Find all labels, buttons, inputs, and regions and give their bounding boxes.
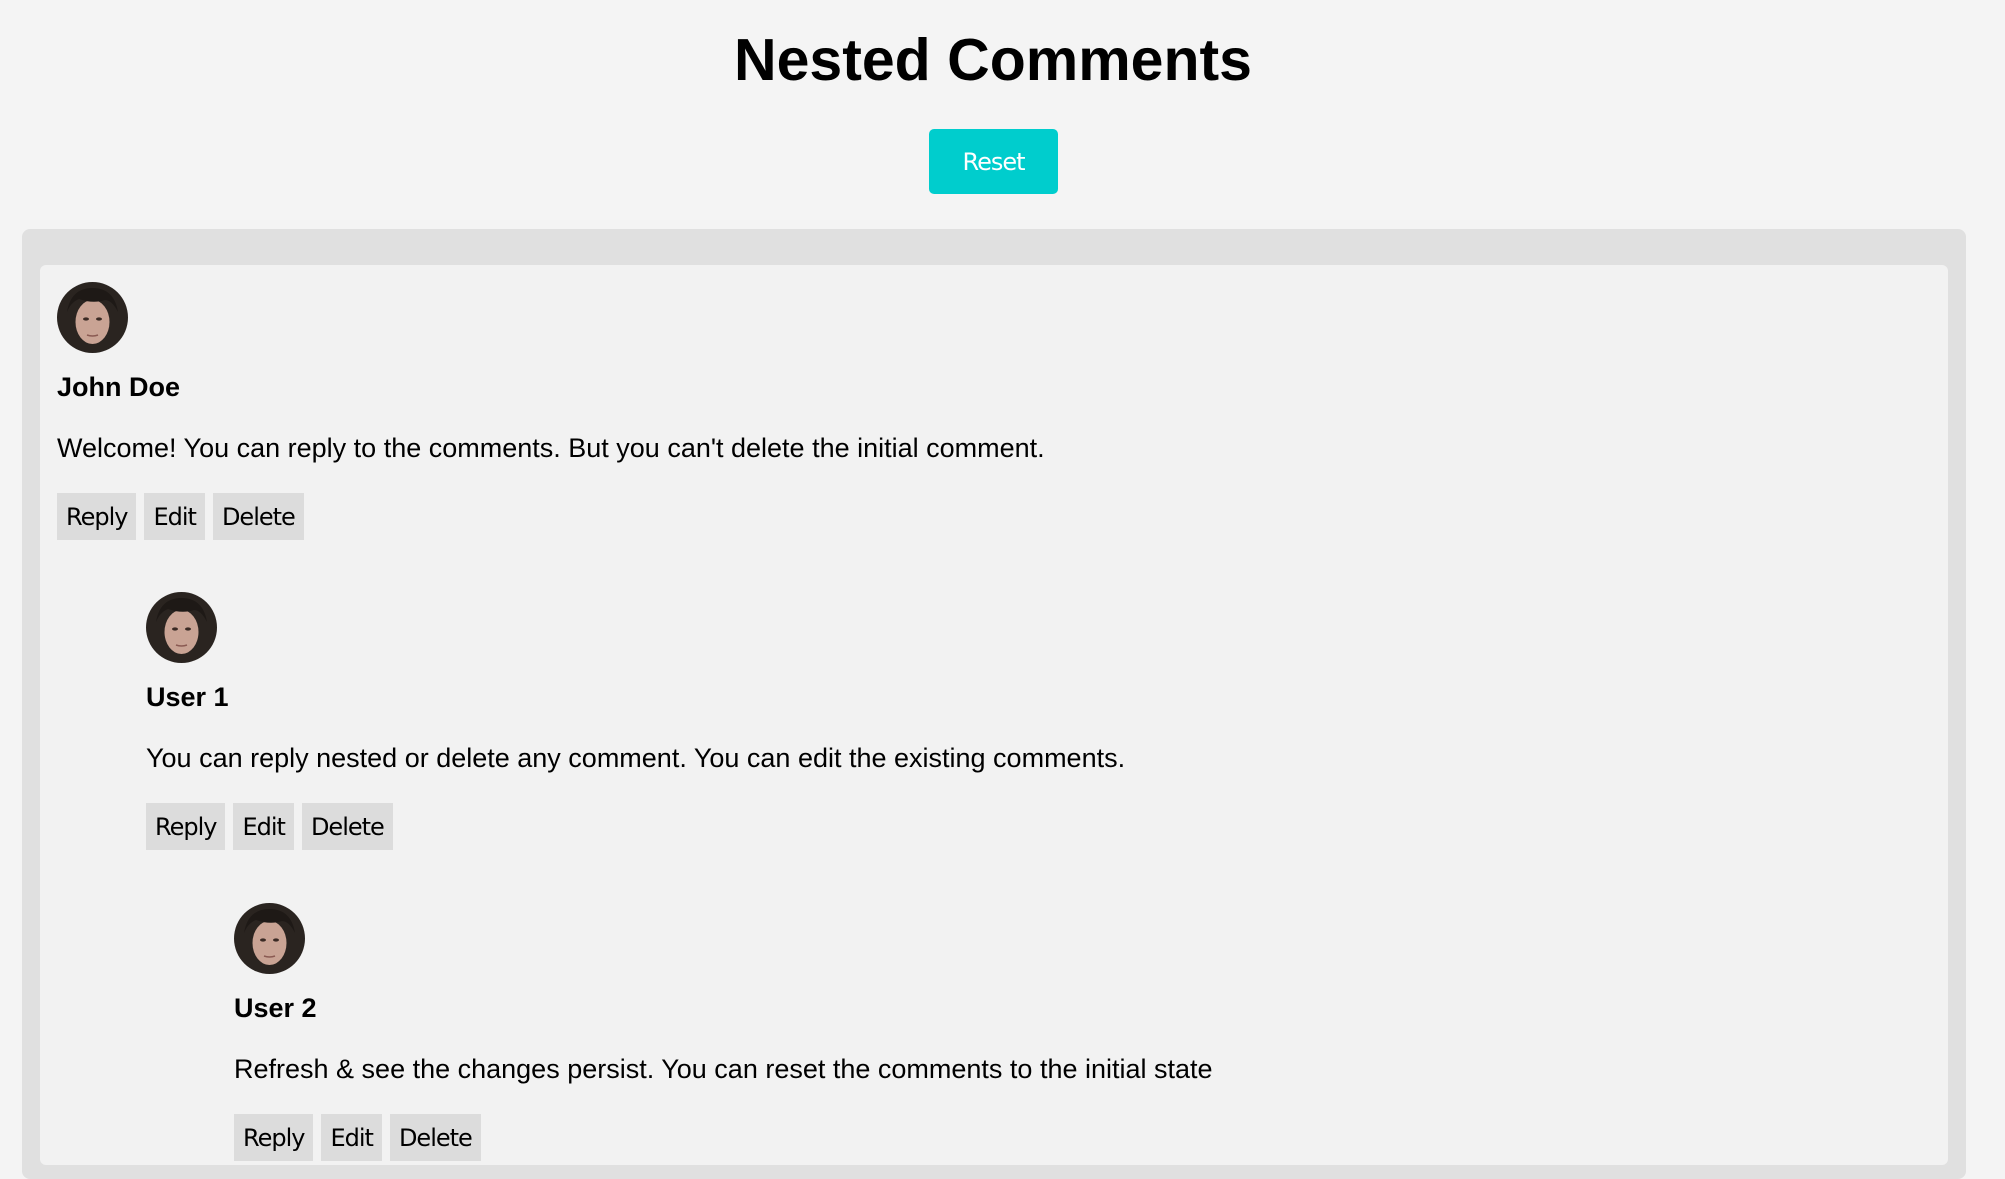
comment-author: John Doe — [57, 372, 181, 402]
delete-button[interactable]: Delete — [389, 1114, 481, 1161]
comment-actions: Reply Edit Delete — [234, 1114, 481, 1161]
edit-button[interactable]: Edit — [144, 493, 205, 540]
delete-button[interactable]: Delete — [301, 803, 393, 850]
comment-author: User 1 — [146, 682, 229, 712]
avatar — [234, 903, 305, 974]
user-avatar-icon — [146, 592, 217, 663]
delete-button[interactable]: Delete — [212, 493, 304, 540]
edit-button[interactable]: Edit — [233, 803, 294, 850]
comment-author: User 2 — [234, 993, 317, 1023]
reply-button[interactable]: Reply — [57, 493, 137, 540]
edit-button[interactable]: Edit — [321, 1114, 382, 1161]
reply-button[interactable]: Reply — [234, 1114, 314, 1161]
comment-text: Welcome! You can reply to the comments. … — [57, 433, 1045, 463]
user-avatar-icon — [234, 903, 305, 974]
reply-button[interactable]: Reply — [146, 803, 226, 850]
comment-text: You can reply nested or delete any comme… — [146, 743, 1126, 773]
comments-card — [40, 265, 1948, 1165]
comment: User 1 You can reply nested or delete an… — [146, 592, 1125, 850]
comment-actions: Reply Edit Delete — [57, 493, 304, 540]
comment: User 2 Refresh & see the changes persist… — [234, 903, 1213, 1161]
avatar — [146, 592, 217, 663]
comment-text: Refresh & see the changes persist. You c… — [234, 1054, 1213, 1084]
avatar — [57, 282, 128, 353]
comment-actions: Reply Edit Delete — [146, 803, 393, 850]
user-avatar-icon — [57, 282, 128, 353]
reset-button[interactable]: Reset — [929, 129, 1058, 194]
comment: John Doe Welcome! You can reply to the c… — [57, 282, 1045, 540]
page-title: Nested Comments — [733, 27, 1252, 93]
